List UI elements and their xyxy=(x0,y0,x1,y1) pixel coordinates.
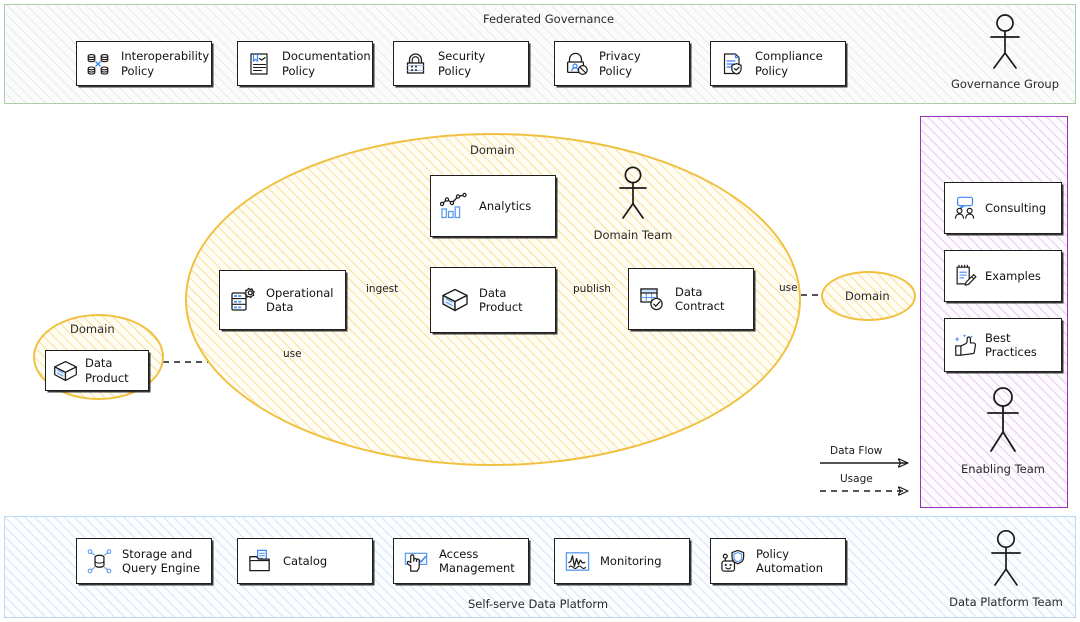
folder-document-icon xyxy=(249,549,270,571)
document-pen-icon xyxy=(250,52,268,75)
enabling-card-consulting[interactable]: Consulting xyxy=(944,182,1062,234)
node-label: Data Product xyxy=(479,285,523,314)
policy-card-label: Privacy Policy xyxy=(599,49,641,78)
domain-ellipse-label: Domain xyxy=(470,143,515,157)
enabling-card-examples[interactable]: Examples xyxy=(944,250,1062,302)
people-chat-icon xyxy=(954,196,975,219)
enabling-card-label: Examples xyxy=(985,268,1041,283)
platform-card-label: Access Management xyxy=(439,546,515,575)
platform-card-storage-query-engine[interactable]: Storage and Query Engine xyxy=(76,538,212,584)
open-box-icon xyxy=(442,288,468,312)
notepad-pencil-icon xyxy=(956,264,977,286)
database-network-icon xyxy=(87,548,112,573)
node-data-product[interactable]: Data Product xyxy=(430,267,556,333)
platform-card-label: Monitoring xyxy=(600,553,662,568)
policy-card-label: Compliance Policy xyxy=(755,49,823,78)
privacy-lock-person-icon xyxy=(566,52,588,75)
actor-enabling-team: Enabling Team xyxy=(944,385,1062,476)
platform-card-catalog[interactable]: Catalog xyxy=(237,538,373,584)
thumbs-up-sparkle-icon xyxy=(954,333,977,356)
stick-figure-icon xyxy=(991,529,1021,586)
policy-card-label: Documentation Policy xyxy=(282,49,371,78)
actor-label: Enabling Team xyxy=(961,462,1045,476)
self-serve-platform-title: Self-serve Data Platform xyxy=(468,597,609,611)
platform-card-label: Policy Automation xyxy=(756,546,823,575)
node-analytics[interactable]: Analytics xyxy=(430,175,556,237)
stick-figure-icon xyxy=(990,14,1020,69)
legend-usage-label: Usage xyxy=(840,473,873,485)
policy-card-privacy[interactable]: Privacy Policy xyxy=(554,41,690,86)
node-label: Operational Data xyxy=(266,285,334,314)
platform-card-label: Storage and Query Engine xyxy=(122,546,201,575)
waveform-monitor-icon xyxy=(565,551,590,571)
open-box-icon xyxy=(54,360,77,381)
legend: Data Flow Usage xyxy=(806,440,922,502)
platform-card-policy-automation[interactable]: Policy Automation xyxy=(710,538,846,584)
policy-card-security[interactable]: Security Policy xyxy=(393,41,529,86)
diagram-canvas: Federated Governance Interoperability Po… xyxy=(0,0,1080,622)
policy-card-compliance[interactable]: Compliance Policy xyxy=(710,41,846,86)
node-operational-data[interactable]: Operational Data xyxy=(219,270,346,330)
edge-label-ingest: ingest xyxy=(366,283,399,295)
actor-label: Data Platform Team xyxy=(949,595,1063,609)
database-gear-icon xyxy=(231,287,255,311)
node-label: Analytics xyxy=(479,198,532,213)
consumer-domain-left-label: Domain xyxy=(70,322,115,336)
enabling-card-label: Consulting xyxy=(985,200,1047,215)
platform-card-monitoring[interactable]: Monitoring xyxy=(554,538,690,584)
node-label: Data Product xyxy=(85,356,129,385)
node-label: Data Contract xyxy=(675,284,725,313)
legend-data-flow-label: Data Flow xyxy=(830,445,883,457)
table-check-icon xyxy=(640,288,663,311)
databases-interop-icon xyxy=(87,53,109,75)
document-shield-icon xyxy=(723,52,742,75)
enabling-card-label: Best Practices xyxy=(985,330,1037,359)
node-data-contract[interactable]: Data Contract xyxy=(628,268,754,330)
node-consumer-data-product[interactable]: Data Product xyxy=(45,350,149,391)
edge-label-use-left: use xyxy=(283,348,302,360)
policy-card-label: Security Policy xyxy=(438,49,486,78)
padlock-icon xyxy=(406,52,425,74)
actor-label: Governance Group xyxy=(950,77,1060,91)
platform-card-access-management[interactable]: Access Management xyxy=(393,538,529,584)
robot-shield-icon xyxy=(721,549,745,572)
federated-governance-title: Federated Governance xyxy=(483,12,615,26)
actor-domain-team: Domain Team xyxy=(578,165,688,242)
policy-card-documentation[interactable]: Documentation Policy xyxy=(237,41,373,86)
edge-label-use-right: use xyxy=(779,282,798,294)
actor-governance-group: Governance Group xyxy=(950,12,1060,91)
actor-data-platform-team: Data Platform Team xyxy=(944,528,1068,609)
consumer-domain-right-label: Domain xyxy=(845,289,890,303)
policy-card-label: Interoperability Policy xyxy=(121,49,210,78)
edge-label-publish: publish xyxy=(573,283,611,295)
enabling-card-best-practices[interactable]: Best Practices xyxy=(944,318,1062,372)
policy-card-interoperability[interactable]: Interoperability Policy xyxy=(76,41,212,86)
platform-card-label: Catalog xyxy=(283,553,328,568)
hand-check-icon xyxy=(404,552,428,572)
stick-figure-icon xyxy=(987,387,1019,452)
analytics-chart-icon xyxy=(440,192,467,219)
stick-figure-icon xyxy=(619,166,647,219)
actor-label: Domain Team xyxy=(593,228,673,242)
